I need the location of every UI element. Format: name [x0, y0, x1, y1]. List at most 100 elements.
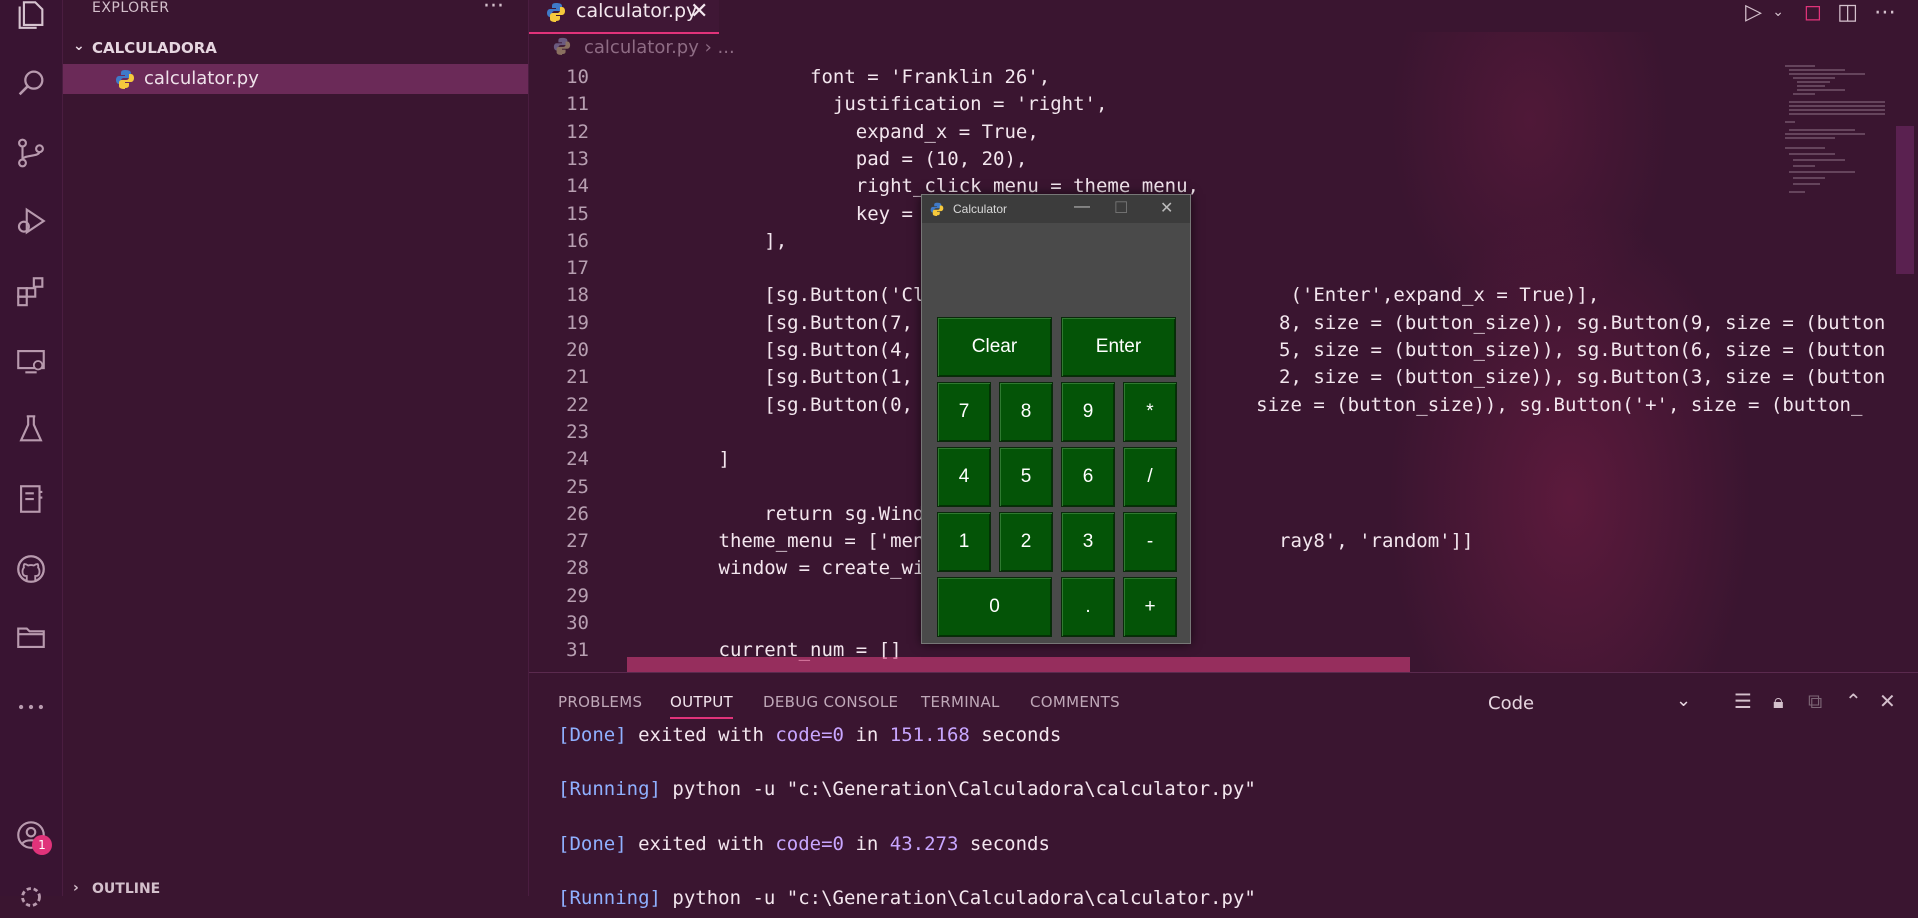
calc-button-decimal[interactable]: .	[1061, 577, 1115, 637]
code-line: 25	[529, 476, 1909, 503]
run-dropdown-chevron-icon[interactable]: ⌄	[1772, 4, 1784, 20]
code-editor[interactable]: 10 font = 'Franklin 26', 11 justification…	[529, 66, 1909, 670]
calc-button-5[interactable]: 5	[999, 447, 1053, 507]
file-calculator-py[interactable]: calculator.py	[63, 64, 528, 94]
file-label: calculator.py	[144, 68, 259, 89]
code-text: font = 'Franklin 26',	[627, 66, 1051, 88]
line-number: 10	[566, 66, 589, 88]
line-number: 11	[566, 93, 589, 116]
line-number: 18	[566, 284, 589, 307]
folder-calculadora[interactable]: ⌄ CALCULADORA	[63, 38, 528, 60]
code-line: 19 [sg.Button(7, size = (b 8, size = (bu…	[529, 312, 1909, 339]
tab-close-icon[interactable]: ✕	[690, 0, 708, 24]
editor-scrollbar[interactable]	[1896, 126, 1914, 274]
more-icon[interactable]	[10, 686, 52, 728]
remote-explorer-icon[interactable]	[10, 340, 52, 382]
calculator-display	[922, 223, 1190, 311]
code-text: [sg.Button(7, size = (b 8, size = (butto…	[627, 311, 1886, 334]
calculator-window: Calculator — ☐ ✕ Clear Enter 7 8 9 * 4 5 6/ 1 2 3- 0…	[921, 194, 1191, 644]
explorer-more-button[interactable]: ···	[483, 0, 504, 19]
code-line: 30	[529, 612, 1909, 639]
close-panel-icon[interactable]: ✕	[1879, 689, 1896, 713]
calculator-titlebar[interactable]: Calculator — ☐ ✕	[922, 195, 1190, 223]
line-number: 29	[566, 584, 589, 607]
code-line: 14 right_click_menu = theme_menu,	[529, 175, 1909, 202]
files-icon[interactable]	[10, 0, 52, 36]
calc-button-clear[interactable]: Clear	[937, 317, 1052, 377]
folder-icon[interactable]	[10, 616, 52, 658]
code-line: 10 font = 'Franklin 26',	[529, 66, 1909, 93]
tab-debug-console[interactable]: DEBUG CONSOLE	[763, 693, 898, 711]
tab-comments[interactable]: COMMENTS	[1030, 693, 1120, 711]
line-number: 15	[566, 202, 589, 225]
minimap[interactable]	[1775, 62, 1890, 202]
code-line: 11 justification = 'right',	[529, 93, 1909, 120]
calc-button-enter[interactable]: Enter	[1061, 317, 1176, 377]
python-logo-icon	[930, 202, 944, 219]
extensions-icon[interactable]	[10, 270, 52, 312]
calc-button-2[interactable]: 2	[999, 512, 1053, 572]
minimize-icon[interactable]: —	[1074, 198, 1090, 216]
output-channel-select[interactable]: Code ⌄	[1476, 687, 1701, 719]
calc-button-4[interactable]: 4	[937, 447, 991, 507]
tab-calculator-py[interactable]: calculator.py ✕	[529, 0, 719, 34]
calc-button-plus[interactable]: +	[1123, 577, 1177, 637]
breadcrumb-file[interactable]: calculator.py › ...	[584, 37, 735, 58]
github-icon[interactable]	[10, 548, 52, 590]
calc-button-1[interactable]: 1	[937, 512, 991, 572]
calc-button-0[interactable]: 0	[937, 577, 1052, 637]
calc-button-divide[interactable]: /	[1123, 447, 1177, 507]
code-line: 18 [sg.Button('Clear', expa ('Enter',exp…	[529, 284, 1909, 311]
calc-button-9[interactable]: 9	[1061, 382, 1115, 442]
calc-button-3[interactable]: 3	[1061, 512, 1115, 572]
calc-button-minus[interactable]: -	[1123, 512, 1177, 572]
output-line: [Running] python -u "c:\Generation\Calcu…	[558, 887, 1256, 909]
calc-button-6[interactable]: 6	[1061, 447, 1115, 507]
line-number: 17	[566, 257, 589, 280]
line-number: 28	[566, 557, 589, 580]
code-line: 21 [sg.Button(1, size = (b 2, size = (bu…	[529, 366, 1909, 393]
notebook-icon[interactable]	[10, 478, 52, 520]
tab-output[interactable]: OUTPUT	[670, 693, 733, 719]
maximize-panel-icon[interactable]: ⌃	[1845, 689, 1862, 713]
tab-problems[interactable]: PROBLEMS	[558, 693, 642, 711]
maximize-icon[interactable]: ☐	[1114, 198, 1128, 218]
calculator-title: Calculator	[953, 202, 1008, 216]
line-number: 24	[566, 448, 589, 471]
testing-icon[interactable]	[10, 408, 52, 450]
code-line: 29	[529, 585, 1909, 612]
code-line: 20 [sg.Button(4, size = (b 5, size = (bu…	[529, 339, 1909, 366]
code-line: 17	[529, 257, 1909, 284]
code-line: 13 pad = (10, 20),	[529, 148, 1909, 175]
calc-button-7[interactable]: 7	[937, 382, 991, 442]
code-text: justification = 'right',	[627, 93, 1108, 116]
line-number: 22	[566, 393, 589, 416]
line-number: 20	[566, 339, 589, 361]
code-text: [sg.Button(4, size = (b 5, size = (butto…	[627, 339, 1886, 361]
close-icon[interactable]: ✕	[1160, 198, 1173, 218]
calc-button-8[interactable]: 8	[999, 382, 1053, 442]
open-in-editor-icon[interactable]: ⧉	[1808, 689, 1822, 713]
line-number: 26	[566, 502, 589, 525]
outline-label: OUTLINE	[92, 881, 161, 897]
calc-button-multiply[interactable]: *	[1123, 382, 1177, 442]
chevron-down-icon: ⌄	[73, 38, 85, 54]
editor-tabbar: calculator.py ✕ ▷ ⌄ ◻ ◫ ⋯	[529, 0, 1918, 34]
stop-icon[interactable]: ◻	[1804, 0, 1822, 25]
code-text: [sg.Button(1, size = (b 2, size = (butto…	[627, 366, 1886, 389]
settings-gear-icon[interactable]	[10, 876, 52, 918]
line-number: 23	[566, 420, 589, 443]
split-editor-icon[interactable]: ◫	[1837, 0, 1858, 25]
run-debug-icon[interactable]	[10, 200, 52, 242]
run-python-icon[interactable]: ▷	[1745, 0, 1762, 25]
lock-scroll-icon[interactable]: 🔒︎	[1773, 689, 1784, 713]
search-icon[interactable]	[10, 62, 52, 104]
source-control-icon[interactable]	[10, 132, 52, 174]
clear-output-icon[interactable]: ☰	[1734, 689, 1752, 713]
editor-more-icon[interactable]: ⋯	[1874, 0, 1896, 25]
tab-terminal[interactable]: TERMINAL	[921, 693, 1000, 711]
code-text: ],	[627, 229, 788, 252]
output-line: [Done] exited with code=0 in 43.273 seco…	[558, 833, 1050, 855]
code-line: 24 ]	[529, 448, 1909, 475]
python-file-icon	[553, 37, 571, 60]
